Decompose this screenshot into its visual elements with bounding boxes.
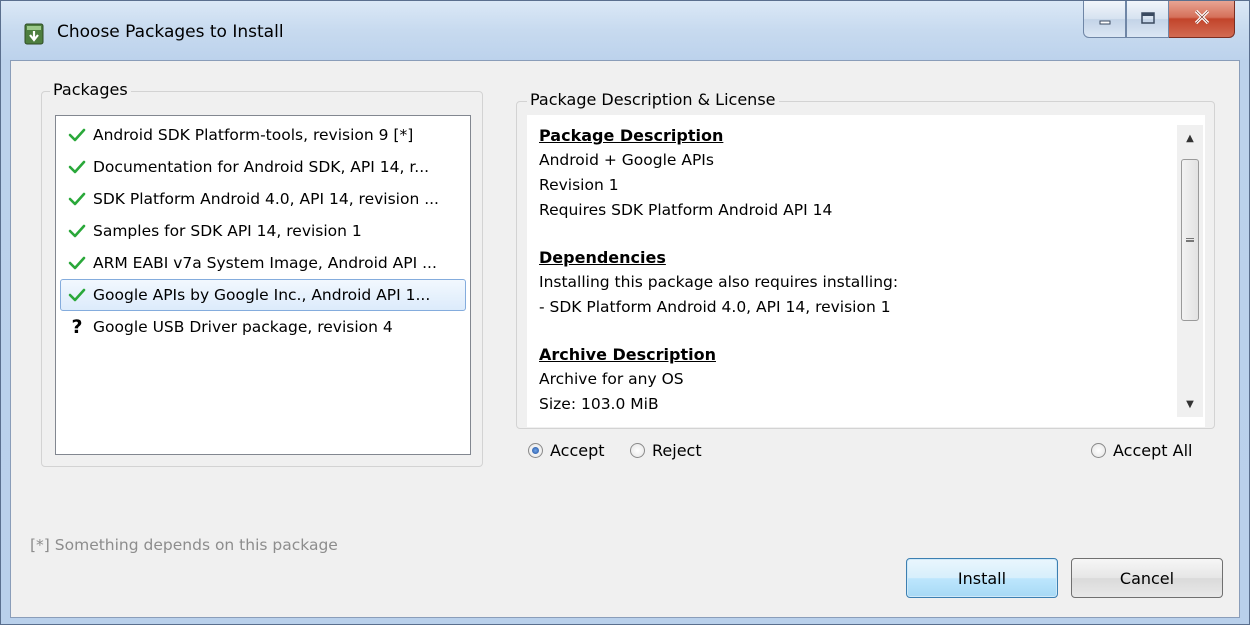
reject-radio-button[interactable] (630, 443, 645, 458)
package-item-label: Android SDK Platform-tools, revision 9 [… (93, 126, 414, 144)
download-package-icon (23, 21, 45, 47)
question-mark-glyph: ? (71, 316, 83, 338)
minimize-button[interactable] (1083, 1, 1126, 38)
install-button[interactable]: Install (906, 558, 1058, 598)
title-bar[interactable]: Choose Packages to Install (1, 1, 1249, 61)
description-line: Installing this package also requires in… (539, 273, 899, 291)
checkmark-icon (66, 256, 88, 270)
description-text: Package Description Android + Google APIs… (539, 123, 1169, 417)
minimize-icon (1098, 10, 1112, 29)
description-line: Revision 1 (539, 176, 619, 194)
package-item[interactable]: ? Google USB Driver package, revision 4 (56, 311, 470, 343)
scroll-thumb[interactable] (1181, 159, 1199, 321)
package-item-label: Documentation for Android SDK, API 14, r… (93, 158, 430, 176)
cancel-button[interactable]: Cancel (1071, 558, 1223, 598)
description-line: Requires SDK Platform Android API 14 (539, 201, 833, 219)
accept-all-radio-button[interactable] (1091, 443, 1106, 458)
description-section-heading: Archive Description (539, 345, 716, 364)
description-line: Android + Google APIs (539, 151, 714, 169)
package-item-label: SDK Platform Android 4.0, API 14, revisi… (93, 190, 439, 208)
scroll-down-arrow-icon: ▼ (1186, 398, 1194, 410)
accept-radio-button[interactable] (528, 443, 543, 458)
scroll-down-button[interactable]: ▼ (1177, 391, 1203, 417)
packages-group-label: Packages (50, 80, 131, 99)
checkmark-icon (66, 160, 88, 174)
description-group-label: Package Description & License (527, 90, 779, 109)
package-item-label: Google USB Driver package, revision 4 (93, 318, 393, 336)
reject-label: Reject (652, 441, 702, 460)
dialog-window: Choose Packages to Install Packages Andr… (0, 0, 1250, 625)
package-item-label: ARM EABI v7a System Image, Android API .… (93, 254, 437, 272)
scroll-up-button[interactable]: ▲ (1177, 125, 1203, 151)
accept-label: Accept (550, 441, 605, 460)
checkmark-icon (66, 288, 88, 302)
package-item[interactable]: Android SDK Platform-tools, revision 9 [… (56, 119, 470, 151)
accept-radio[interactable]: Accept (528, 441, 605, 460)
package-item[interactable]: SDK Platform Android 4.0, API 14, revisi… (56, 183, 470, 215)
description-section-heading: Package Description (539, 126, 724, 145)
install-label: Install (957, 568, 1007, 588)
description-line: Size: 103.0 MiB (539, 395, 659, 413)
description-line: - SDK Platform Android 4.0, API 14, revi… (539, 298, 891, 316)
description-section-heading: Dependencies (539, 248, 666, 267)
description-line: Archive for any OS (539, 370, 684, 388)
package-item[interactable]: Documentation for Android SDK, API 14, r… (56, 151, 470, 183)
reject-radio[interactable]: Reject (630, 441, 702, 460)
maximize-button[interactable] (1126, 1, 1169, 38)
description-scrollbar[interactable]: ▲ ▼ (1177, 125, 1203, 417)
caption-buttons (1083, 1, 1235, 39)
checkmark-icon (66, 192, 88, 206)
package-item[interactable]: ARM EABI v7a System Image, Android API .… (56, 247, 470, 279)
description-panel[interactable]: Package Description Android + Google APIs… (527, 115, 1205, 427)
close-button[interactable] (1169, 1, 1235, 38)
package-item[interactable]: Google APIs by Google Inc., Android API … (60, 279, 466, 311)
dialog-client-area: Packages Android SDK Platform-tools, rev… (10, 60, 1240, 618)
footer-note: [*] Something depends on this package (30, 536, 338, 554)
accept-all-radio[interactable]: Accept All (1091, 441, 1192, 460)
scroll-up-arrow-icon: ▲ (1186, 132, 1194, 144)
package-item-label: Google APIs by Google Inc., Android API … (93, 286, 431, 304)
package-item-label: Samples for SDK API 14, revision 1 (93, 222, 362, 240)
package-list[interactable]: Android SDK Platform-tools, revision 9 [… (55, 115, 471, 455)
window-title: Choose Packages to Install (57, 22, 284, 42)
close-icon (1193, 9, 1211, 29)
cancel-label: Cancel (1119, 568, 1175, 588)
checkmark-icon (66, 224, 88, 238)
package-item[interactable]: Samples for SDK API 14, revision 1 (56, 215, 470, 247)
question-icon: ? (66, 316, 88, 338)
maximize-icon (1140, 10, 1156, 29)
grip-icon (1186, 238, 1194, 242)
checkmark-icon (66, 128, 88, 142)
accept-all-label: Accept All (1113, 441, 1193, 460)
